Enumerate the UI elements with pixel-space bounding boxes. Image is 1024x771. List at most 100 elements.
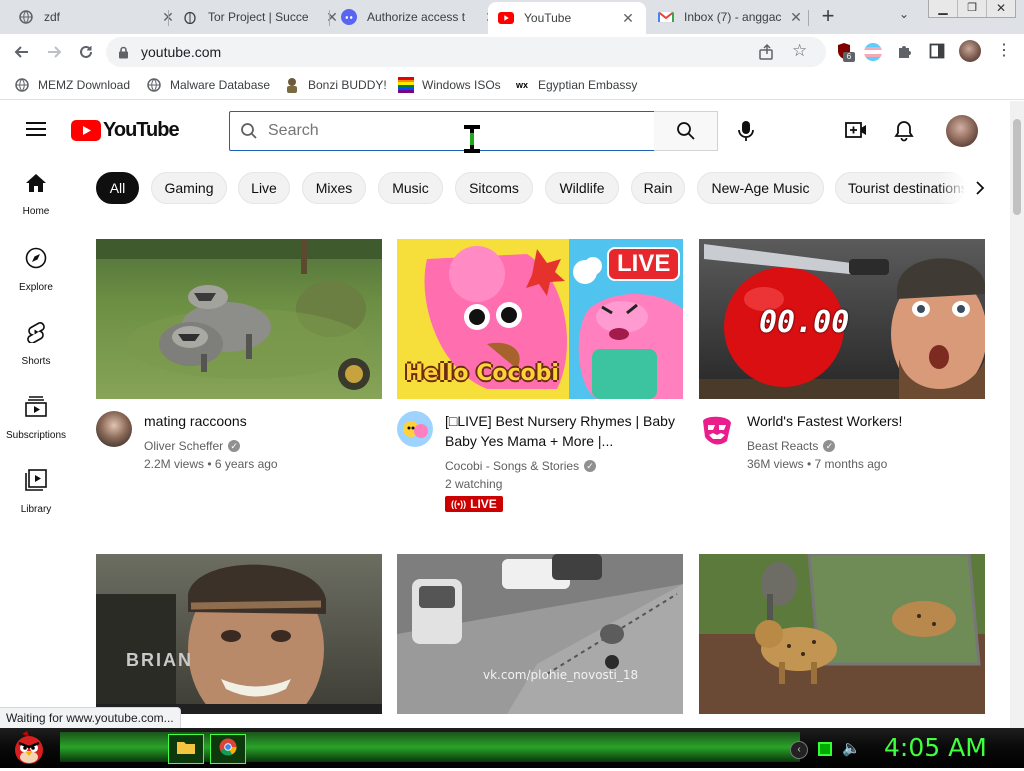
channel-name[interactable]: Cocobi - Songs & Stories	[445, 459, 579, 473]
tab-search-chevron-down-icon[interactable]: ⌄	[894, 7, 914, 27]
channel-avatar[interactable]	[699, 411, 735, 447]
bookmark-bonzi-buddy[interactable]: Bonzi BUDDY!	[284, 76, 387, 94]
chip-wildlife[interactable]: Wildlife	[545, 172, 619, 204]
sidebar-item-explore[interactable]: Explore	[0, 233, 72, 307]
extensions-puzzle-icon[interactable]	[896, 42, 914, 65]
video-title[interactable]: [□LIVE] Best Nursery Rhymes | Baby Baby …	[445, 411, 675, 451]
bookmark-star-icon[interactable]: ☆	[792, 41, 807, 61]
forward-arrow-icon[interactable]	[42, 40, 66, 64]
video-card[interactable]: Hello Cocobi LIVE [□LIVE] Best Nursery R…	[397, 239, 683, 512]
bookmark-malware-database[interactable]: Malware Database	[146, 76, 270, 94]
channel-avatar[interactable]	[397, 411, 433, 447]
new-tab-button[interactable]: +	[816, 5, 840, 29]
page-scrollbar[interactable]	[1010, 101, 1024, 728]
sidebar-item-subscriptions[interactable]: Subscriptions	[0, 381, 72, 455]
globe-icon	[146, 77, 162, 93]
scrollbar-thumb[interactable]	[1013, 119, 1021, 215]
tab-youtube[interactable]: YouTube ✕	[488, 2, 646, 34]
notifications-bell-icon[interactable]	[894, 120, 914, 147]
chip-gaming[interactable]: Gaming	[151, 172, 227, 204]
video-thumbnail[interactable]: BRIAN	[96, 554, 382, 714]
start-button-angry-bird-icon[interactable]	[10, 730, 48, 766]
search-icon	[676, 121, 696, 141]
account-avatar[interactable]	[946, 115, 978, 147]
tab-zdf[interactable]: zdf ✕	[8, 3, 176, 31]
video-meta: mating raccoons Oliver Scheffer ✓ 2.2M v…	[96, 399, 382, 509]
tab-tor-project[interactable]: Tor Project | Succe ✕	[172, 3, 340, 31]
chip-mixes[interactable]: Mixes	[302, 172, 366, 204]
bookmark-memz-download[interactable]: MEMZ Download	[14, 76, 130, 94]
video-thumbnail[interactable]	[699, 554, 985, 714]
search-input[interactable]	[268, 122, 628, 140]
chip-all[interactable]: All	[96, 172, 139, 204]
video-title[interactable]: mating raccoons	[144, 411, 374, 431]
channel-avatar[interactable]	[96, 411, 132, 447]
sidebar-item-library[interactable]: Library	[0, 455, 72, 529]
video-thumbnail[interactable]: Hello Cocobi LIVE	[397, 239, 683, 399]
taskbar-file-explorer-button[interactable]	[168, 734, 204, 764]
verified-check-icon: ✓	[823, 440, 836, 452]
address-bar[interactable]: youtube.com ☆	[106, 37, 826, 67]
tray-chevron-icon[interactable]: ‹	[790, 741, 808, 759]
search-button[interactable]	[654, 111, 718, 151]
search-box[interactable]	[229, 111, 655, 151]
video-card[interactable]	[699, 554, 985, 714]
tab-separator	[329, 10, 330, 26]
taskbar-clock[interactable]: 4:05 AM	[884, 733, 987, 762]
video-thumbnail[interactable]: 00.00	[699, 239, 985, 399]
chip-sitcoms[interactable]: Sitcoms	[455, 172, 533, 204]
wix-icon: wx	[515, 80, 528, 90]
thumbnail-name-text: BRIAN	[126, 650, 193, 670]
live-badge-label: LIVE	[470, 497, 497, 511]
url-text: youtube.com	[141, 44, 222, 60]
chip-live[interactable]: Live	[238, 172, 290, 204]
folder-icon	[177, 740, 195, 759]
sidebar-item-home[interactable]: Home	[0, 159, 72, 233]
reload-icon[interactable]	[74, 40, 98, 64]
sidebar-item-shorts[interactable]: Shorts	[0, 307, 72, 381]
share-icon[interactable]	[758, 43, 776, 61]
microphone-icon[interactable]	[738, 120, 754, 147]
hamburger-menu-icon[interactable]	[26, 121, 46, 142]
bookmark-windows-isos[interactable]: Windows ISOs	[398, 76, 501, 94]
chip-music[interactable]: Music	[378, 172, 443, 204]
browser-toolbar: youtube.com ☆ 6 ⋮	[0, 34, 1024, 70]
video-card[interactable]: BRIAN	[96, 554, 382, 714]
minimize-button[interactable]: ▁	[929, 0, 957, 17]
bookmark-egyptian-embassy[interactable]: wx Egyptian Embassy	[514, 76, 637, 94]
bookmarks-bar: MEMZ Download Malware Database Bonzi BUD…	[0, 70, 1024, 100]
video-stats: 2 watching	[445, 477, 503, 491]
chip-new-age-music[interactable]: New-Age Music	[697, 172, 824, 204]
home-icon	[25, 173, 47, 198]
volume-icon[interactable]: 🔈	[842, 739, 861, 757]
video-title[interactable]: World's Fastest Workers!	[747, 411, 977, 431]
video-card[interactable]: vk.com/plohie_novosti_18	[397, 554, 683, 714]
back-arrow-icon[interactable]	[10, 40, 34, 64]
network-icon[interactable]	[818, 742, 832, 756]
video-card[interactable]: mating raccoons Oliver Scheffer ✓ 2.2M v…	[96, 239, 382, 509]
search-icon	[240, 122, 258, 140]
tab-discord-authorize[interactable]: Authorize access t ✕	[331, 3, 499, 31]
close-window-button[interactable]: ✕	[986, 0, 1015, 17]
pride-extension-icon[interactable]	[864, 43, 882, 61]
video-card[interactable]: 00.00 World's Fastest Workers! Beast Rea…	[699, 239, 985, 509]
profile-avatar[interactable]	[959, 40, 981, 62]
side-panel-icon[interactable]	[929, 43, 945, 64]
restore-button[interactable]: ❐	[957, 0, 986, 17]
kebab-menu-icon[interactable]: ⋮	[996, 40, 1012, 62]
chevron-right-icon[interactable]	[968, 172, 992, 204]
lock-icon	[118, 46, 129, 59]
taskbar-chrome-button[interactable]	[210, 734, 246, 764]
youtube-logo[interactable]: YouTube	[71, 119, 180, 142]
video-thumbnail[interactable]	[96, 239, 382, 399]
ublock-extension-icon[interactable]: 6	[836, 42, 855, 62]
video-meta: [□LIVE] Best Nursery Rhymes | Baby Baby …	[397, 399, 683, 512]
video-thumbnail[interactable]: vk.com/plohie_novosti_18	[397, 554, 683, 714]
channel-name[interactable]: Oliver Scheffer	[144, 439, 223, 453]
chip-rain[interactable]: Rain	[631, 172, 685, 204]
create-video-icon[interactable]	[845, 122, 867, 143]
close-icon[interactable]: ✕	[620, 10, 636, 27]
channel-name[interactable]: Beast Reacts	[747, 439, 818, 453]
close-icon[interactable]: ✕	[788, 9, 804, 26]
tab-gmail-inbox[interactable]: Inbox (7) - anggac ✕	[648, 3, 804, 31]
